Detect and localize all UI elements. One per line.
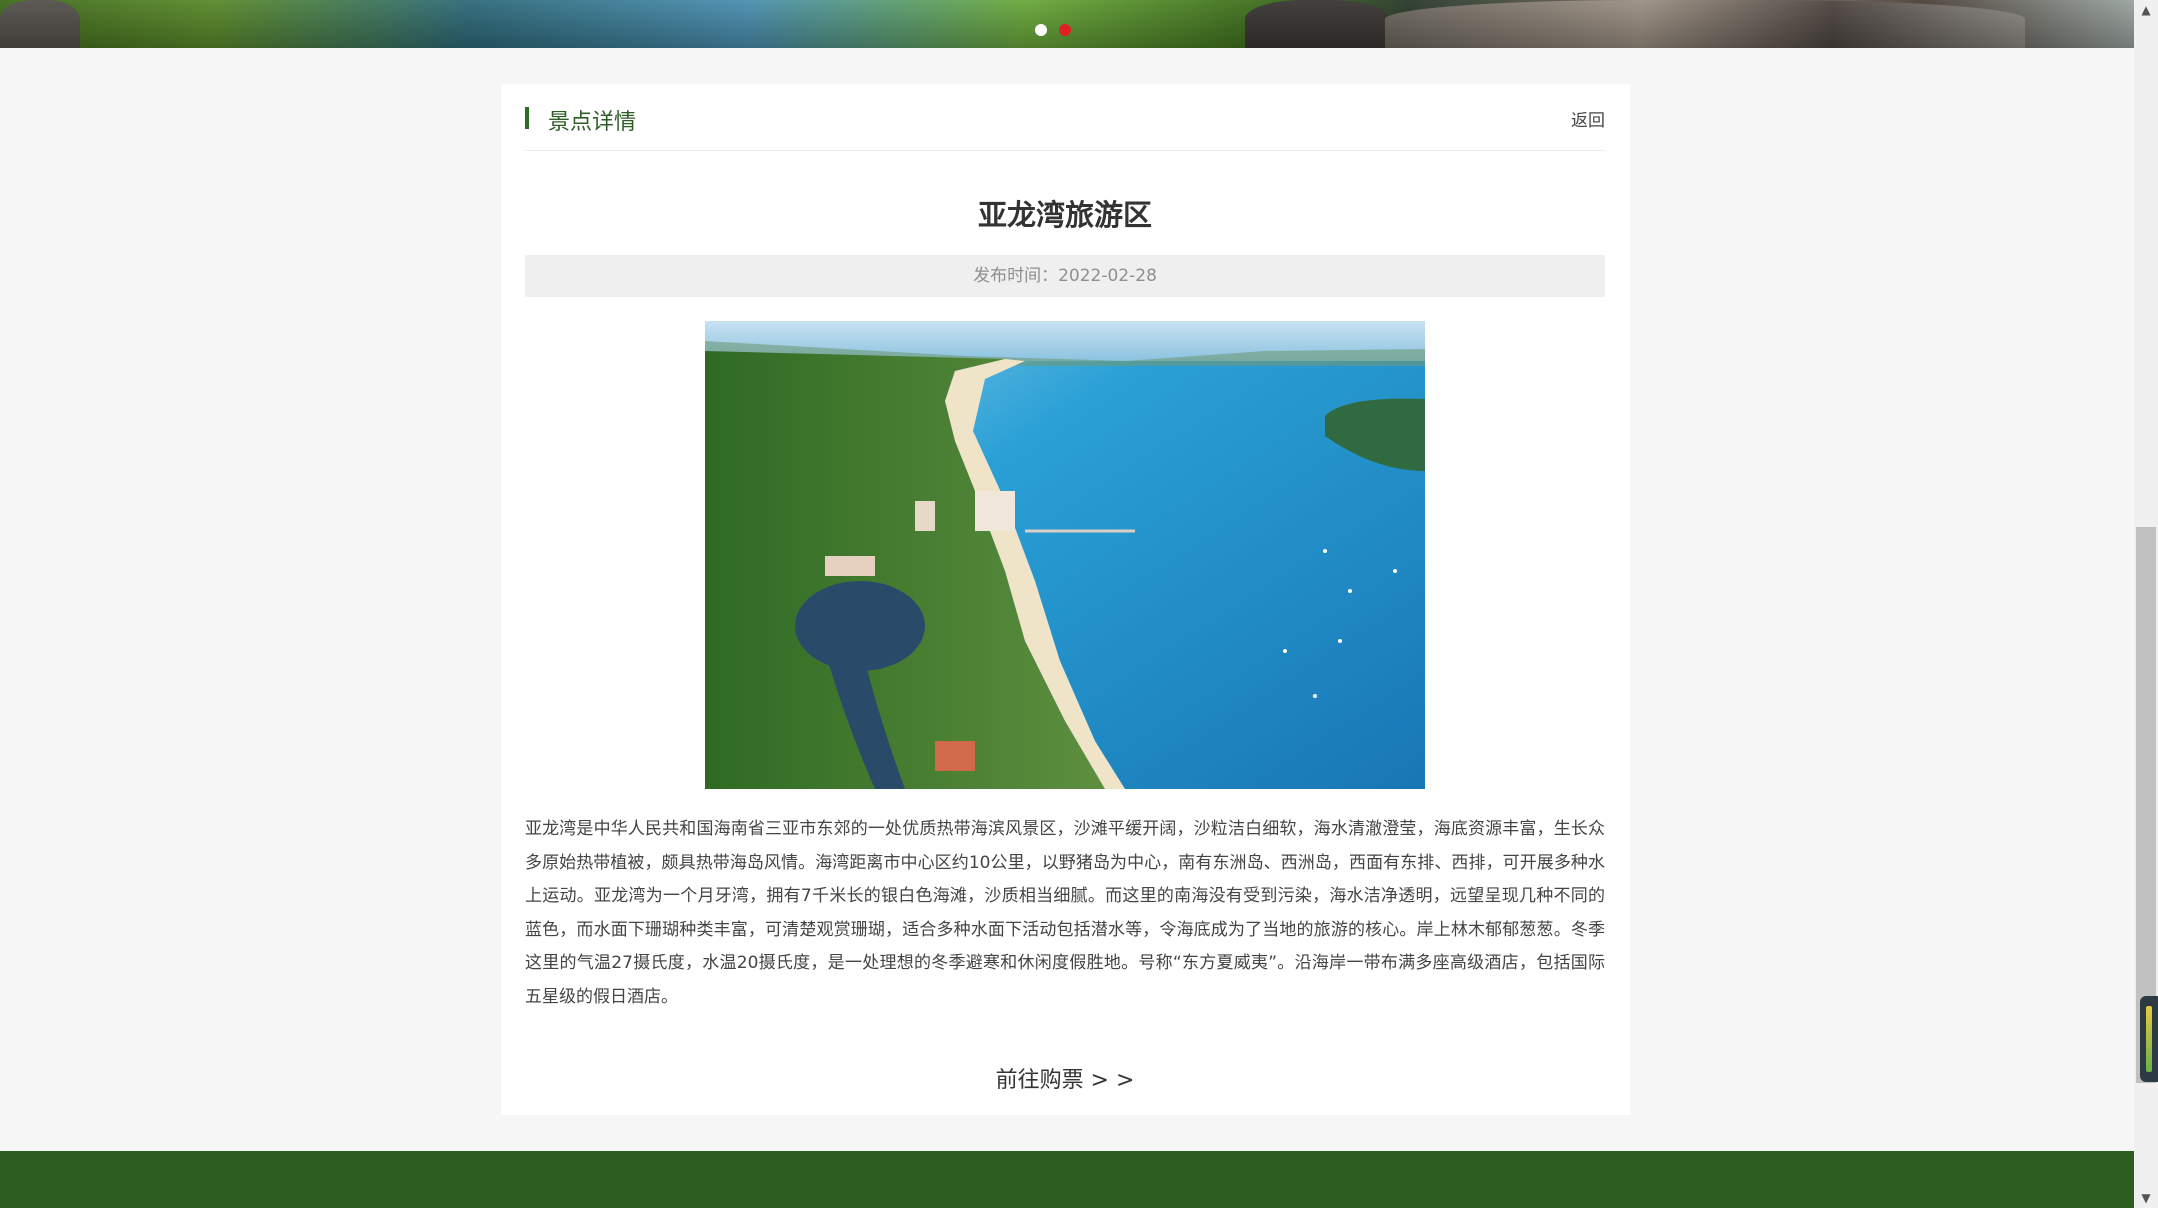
scroll-up-icon[interactable]: ▲ [2134,0,2158,20]
carousel-dot-2-active[interactable] [1059,24,1071,36]
scroll-down-icon[interactable]: ▼ [2134,1188,2158,1208]
publish-date: 2022-02-28 [1058,266,1157,286]
side-widget-icon[interactable] [2140,996,2158,1082]
carousel-dot-1[interactable] [1035,24,1047,36]
detail-card: 景点详情 返回 亚龙湾旅游区 发布时间：2022-02-28 亚龙湾是中华人民共… [501,84,1630,1115]
aerial-bay-photo [705,321,1425,789]
article-body: 亚龙湾是中华人民共和国海南省三亚市东郊的一处优质热带海滨风景区，沙滩平缓开阔，沙… [525,819,1605,1007]
page-title: 亚龙湾旅游区 [977,198,1152,232]
hero-banner [0,0,2134,48]
publish-meta: 发布时间：2022-02-28 [525,255,1605,297]
section-title: 景点详情 [548,110,637,135]
section-header: 景点详情 返回 [525,84,1605,151]
buy-ticket-link[interactable]: 前往购票 > > [525,1062,1605,1094]
back-link[interactable]: 返回 [1571,106,1605,131]
section-accent-bar [525,107,529,129]
footer-bar [0,1151,2134,1208]
publish-label: 发布时间： [973,266,1059,286]
